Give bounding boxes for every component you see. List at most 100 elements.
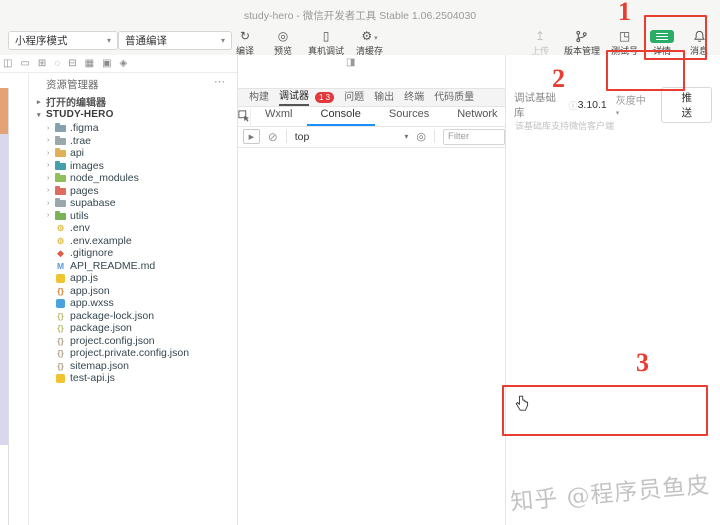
more-actions-icon[interactable]: ⋯	[214, 75, 225, 88]
folder-icon	[55, 125, 66, 132]
device-debug-button[interactable]: ▯真机调试	[308, 30, 344, 57]
file-item-.gitignore[interactable]: ◆.gitignore	[29, 247, 237, 260]
test-account-button[interactable]: ◳测试号	[611, 30, 638, 57]
error-count-badge: 1 3	[315, 92, 334, 103]
details-button[interactable]: 详情	[649, 30, 675, 57]
settings-panel: 调试基础库 ⓘ 3.10.1 灰度中 ▾ 推送 该基础库支持微信客户端	[505, 55, 720, 525]
divider	[434, 130, 435, 143]
editor-tool-icon[interactable]: ⊟	[68, 58, 76, 69]
console-log-area[interactable]	[238, 147, 505, 525]
file-item-.trae[interactable]: ›.trae	[29, 135, 237, 148]
console-tab-调试器[interactable]: 调试器	[279, 89, 309, 106]
filter-input[interactable]	[443, 129, 505, 145]
toolbar-left-actions: ↻编译 ◎预览 ▯真机调试 ⚙ ▾清缓存	[232, 30, 383, 57]
eye-icon[interactable]: ◎	[416, 130, 426, 143]
base-library-channel-select[interactable]: 灰度中 ▾	[616, 92, 652, 118]
window-title: study-hero - 微信开发者工具 Stable 1.06.2504030	[0, 8, 720, 23]
chevron-down-icon: ▾	[616, 110, 620, 117]
json-file-icon: {}	[55, 311, 66, 321]
main-toolbar: 小程序模式 ▾ 普通编译 ▾ ↻编译 ◎预览 ▯真机调试 ⚙ ▾清缓存 ↥上传版本管理…	[0, 28, 720, 56]
file-tree: ›.figma›.trae›api›images›node_modules›pa…	[29, 122, 237, 385]
gear-file-icon: ⚙	[55, 223, 66, 233]
file-item-test-api.js[interactable]: test-api.js	[29, 372, 237, 385]
console-tab-问题[interactable]: 问题	[344, 90, 364, 105]
version-manage-button[interactable]: 版本管理	[564, 30, 600, 57]
editor-tool-icon[interactable]: ▭	[20, 58, 29, 69]
file-item-app.wxss[interactable]: app.wxss	[29, 297, 237, 310]
devtools-tabs: WxmlConsoleSourcesNetwork	[238, 105, 505, 127]
editor-tool-icon[interactable]: ⊞	[38, 58, 46, 69]
file-item-package-lock.json[interactable]: {}package-lock.json	[29, 310, 237, 323]
editor-tool-icon[interactable]: ◌	[54, 58, 60, 69]
editor-tool-icon[interactable]: ◫	[3, 58, 12, 69]
message-button[interactable]: 消息	[686, 30, 712, 57]
hand-cursor-icon	[514, 395, 529, 417]
file-explorer[interactable]: 资源管理器 ⋯ ▸打开的编辑器▾STUDY-HERO ›.figma›.trae…	[28, 72, 237, 525]
file-item-app.json[interactable]: {}app.json	[29, 285, 237, 298]
context-select[interactable]: top ▾	[295, 131, 409, 143]
explorer-sections: ▸打开的编辑器▾STUDY-HERO	[29, 95, 237, 121]
mode-select[interactable]: 小程序模式 ▾	[8, 31, 118, 50]
test-account-icon: ◳	[619, 30, 630, 43]
file-item-.figma[interactable]: ›.figma	[29, 122, 237, 135]
file-item-images[interactable]: ›images	[29, 160, 237, 173]
json-file-icon: {}	[55, 348, 66, 358]
info-icon[interactable]: ⓘ	[569, 99, 578, 112]
console-toolbar: ▶ ⊘ top ▾ ◎	[238, 126, 505, 148]
divider	[286, 130, 287, 143]
file-item-node_modules[interactable]: ›node_modules	[29, 172, 237, 185]
console-tab-输出[interactable]: 输出	[374, 90, 394, 105]
file-item-package.json[interactable]: {}package.json	[29, 322, 237, 335]
folder-icon	[55, 138, 66, 145]
file-item-utils[interactable]: ›utils	[29, 210, 237, 223]
editor-tool-icon[interactable]: ▦	[85, 58, 94, 69]
wxss-file-icon	[56, 299, 65, 308]
devtools-tab-console[interactable]: Console	[307, 105, 375, 126]
explorer-section[interactable]: ▾STUDY-HERO	[29, 108, 237, 121]
compile-mode-select[interactable]: 普通编译 ▾	[118, 31, 232, 50]
devtools-tab-network[interactable]: Network	[443, 105, 511, 124]
file-item-sitemap.json[interactable]: {}sitemap.json	[29, 360, 237, 373]
inspect-element-icon[interactable]	[238, 106, 251, 126]
devtools-tab-sources[interactable]: Sources	[375, 105, 443, 124]
console-panel: ◨ 构建调试器 1 3 问题输出终端代码质量 WxmlConsoleSourcesN…	[238, 55, 505, 525]
editor-tool-icon[interactable]: ◈	[120, 58, 128, 69]
clear-console-icon[interactable]: ⊘	[268, 130, 278, 144]
simulator-edge-body	[0, 134, 8, 445]
details-icon	[650, 30, 674, 43]
explorer-section[interactable]: ▸打开的编辑器	[29, 95, 237, 108]
compile-button[interactable]: ↻编译	[232, 30, 258, 57]
push-button[interactable]: 推送	[661, 87, 712, 123]
message-icon	[693, 30, 706, 43]
folder-icon	[55, 188, 66, 195]
file-item-supabase[interactable]: ›supabase	[29, 197, 237, 210]
upload-icon: ↥	[535, 30, 545, 43]
editor-tool-icon[interactable]: ▣	[102, 58, 111, 69]
md-file-icon: M	[55, 261, 66, 271]
annotation-step-1: 1	[618, 0, 631, 27]
file-item-pages[interactable]: ›pages	[29, 185, 237, 198]
preview-button[interactable]: ◎预览	[270, 30, 296, 57]
play-icon[interactable]: ▶	[243, 129, 260, 144]
file-item-.env.example[interactable]: ⚙.env.example	[29, 235, 237, 248]
folder-icon	[55, 213, 66, 220]
console-tab-构建[interactable]: 构建	[249, 90, 269, 105]
upload-button[interactable]: ↥上传	[527, 30, 553, 57]
titlebar: study-hero - 微信开发者工具 Stable 1.06.2504030	[0, 0, 720, 28]
file-item-api[interactable]: ›api	[29, 147, 237, 160]
file-item-project.private.config.json[interactable]: {}project.private.config.json	[29, 347, 237, 360]
console-tab-代码质量[interactable]: 代码质量	[434, 90, 474, 105]
file-item-API_README.md[interactable]: MAPI_README.md	[29, 260, 237, 273]
file-item-.env[interactable]: ⚙.env	[29, 222, 237, 235]
panel-toggle-icon[interactable]: ◨	[346, 57, 355, 68]
devtools-tab-wxml[interactable]: Wxml	[251, 105, 307, 124]
clear-cache-button[interactable]: ⚙ ▾清缓存	[356, 30, 383, 57]
file-item-project.config.json[interactable]: {}project.config.json	[29, 335, 237, 348]
file-item-app.js[interactable]: app.js	[29, 272, 237, 285]
json-file-icon: {}	[55, 336, 66, 346]
json-file-icon: {}	[55, 361, 66, 371]
console-tab-终端[interactable]: 终端	[404, 90, 424, 105]
diamond-file-icon: ◆	[55, 248, 66, 258]
compile-icon: ↻	[240, 30, 250, 43]
folder-icon	[55, 150, 66, 157]
